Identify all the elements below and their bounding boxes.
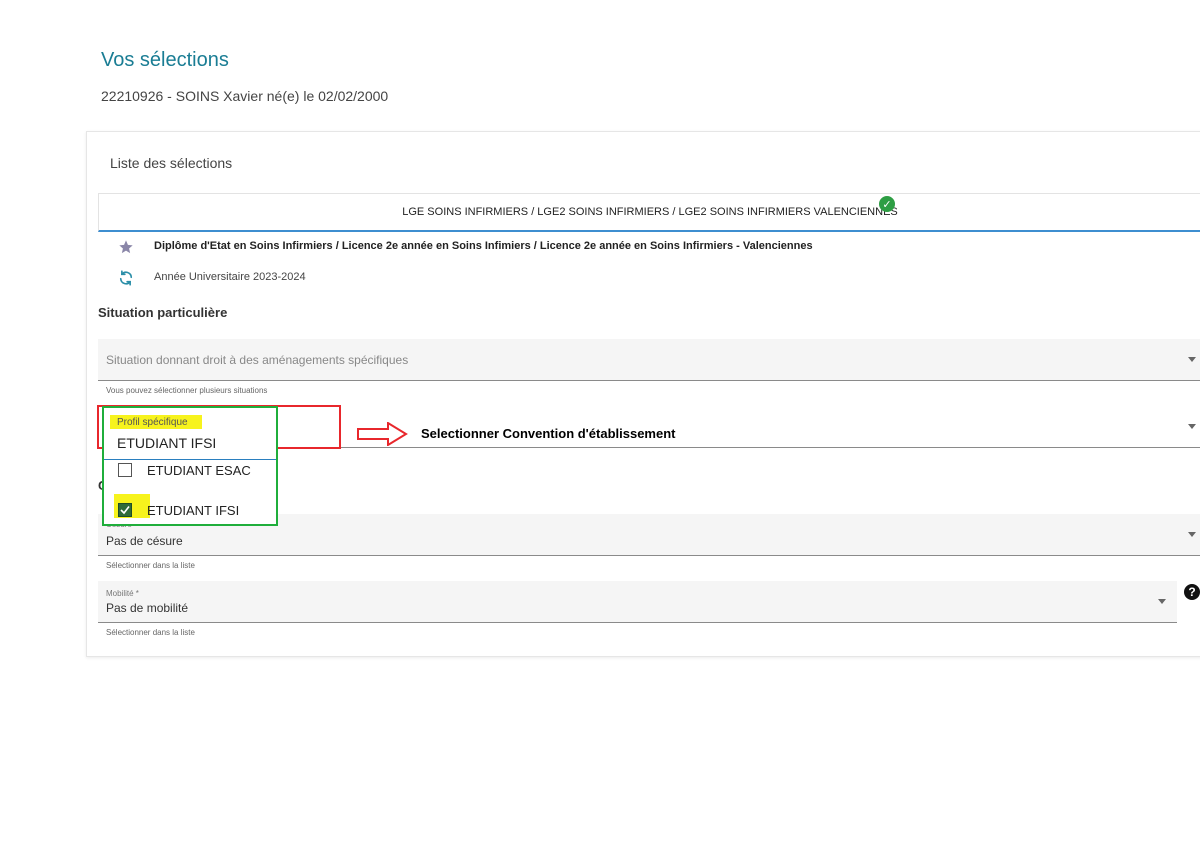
star-icon bbox=[117, 238, 135, 256]
cesure-value: Pas de césure bbox=[106, 534, 183, 548]
option-label: ETUDIANT IFSI bbox=[147, 502, 240, 518]
arrow-right-icon bbox=[356, 421, 408, 451]
check-circle-icon: ✓ bbox=[879, 196, 895, 212]
profil-option[interactable]: ETUDIANT IFSI bbox=[118, 500, 278, 520]
chevron-down-icon bbox=[1158, 599, 1166, 604]
profil-label: Profil spécifique bbox=[117, 417, 188, 428]
situation-select[interactable]: Situation donnant droit à des aménagemen… bbox=[98, 339, 1200, 381]
year-text: Année Universitaire 2023-2024 bbox=[154, 271, 306, 283]
situation-hint: Vous pouvez sélectionner plusieurs situa… bbox=[106, 386, 268, 395]
chevron-down-icon bbox=[1188, 424, 1196, 429]
situation-placeholder: Situation donnant droit à des aménagemen… bbox=[106, 353, 409, 367]
tab-selection[interactable]: LGE SOINS INFIRMIERS / LGE2 SOINS INFIRM… bbox=[98, 193, 1200, 232]
help-icon[interactable]: ? bbox=[1184, 584, 1200, 600]
diploma-text: Diplôme d'Etat en Soins Infirmiers / Lic… bbox=[154, 240, 813, 252]
checkmark-icon bbox=[120, 506, 130, 515]
cesure-hint: Sélectionner dans la liste bbox=[106, 561, 195, 570]
checkbox[interactable] bbox=[118, 463, 132, 477]
refresh-icon bbox=[117, 269, 135, 287]
profil-option[interactable]: ETUDIANT ESAC bbox=[118, 460, 278, 480]
mobilite-value: Pas de mobilité bbox=[106, 601, 189, 615]
option-label: ETUDIANT ESAC bbox=[147, 462, 251, 478]
card-title: Liste des sélections bbox=[110, 155, 233, 171]
annotation-text: Selectionner Convention d'établissement bbox=[421, 426, 676, 441]
checkbox-checked[interactable] bbox=[118, 503, 132, 517]
tab-label: LGE SOINS INFIRMIERS / LGE2 SOINS INFIRM… bbox=[402, 206, 898, 218]
mobilite-select[interactable]: Mobilité * Pas de mobilité bbox=[98, 581, 1177, 623]
student-info: 22210926 - SOINS Xavier né(e) le 02/02/2… bbox=[101, 88, 389, 104]
profil-value[interactable]: ETUDIANT IFSI bbox=[117, 435, 216, 451]
mobilite-hint: Sélectionner dans la liste bbox=[106, 628, 195, 637]
chevron-down-icon bbox=[1188, 357, 1196, 362]
mobilite-label: Mobilité * bbox=[106, 589, 139, 598]
profil-dropdown-panel: Profil spécifique ETUDIANT IFSI ETUDIANT… bbox=[102, 406, 278, 526]
situation-section-title: Situation particulière bbox=[98, 305, 228, 320]
page-title: Vos sélections bbox=[101, 49, 229, 71]
chevron-down-icon bbox=[1188, 532, 1196, 537]
